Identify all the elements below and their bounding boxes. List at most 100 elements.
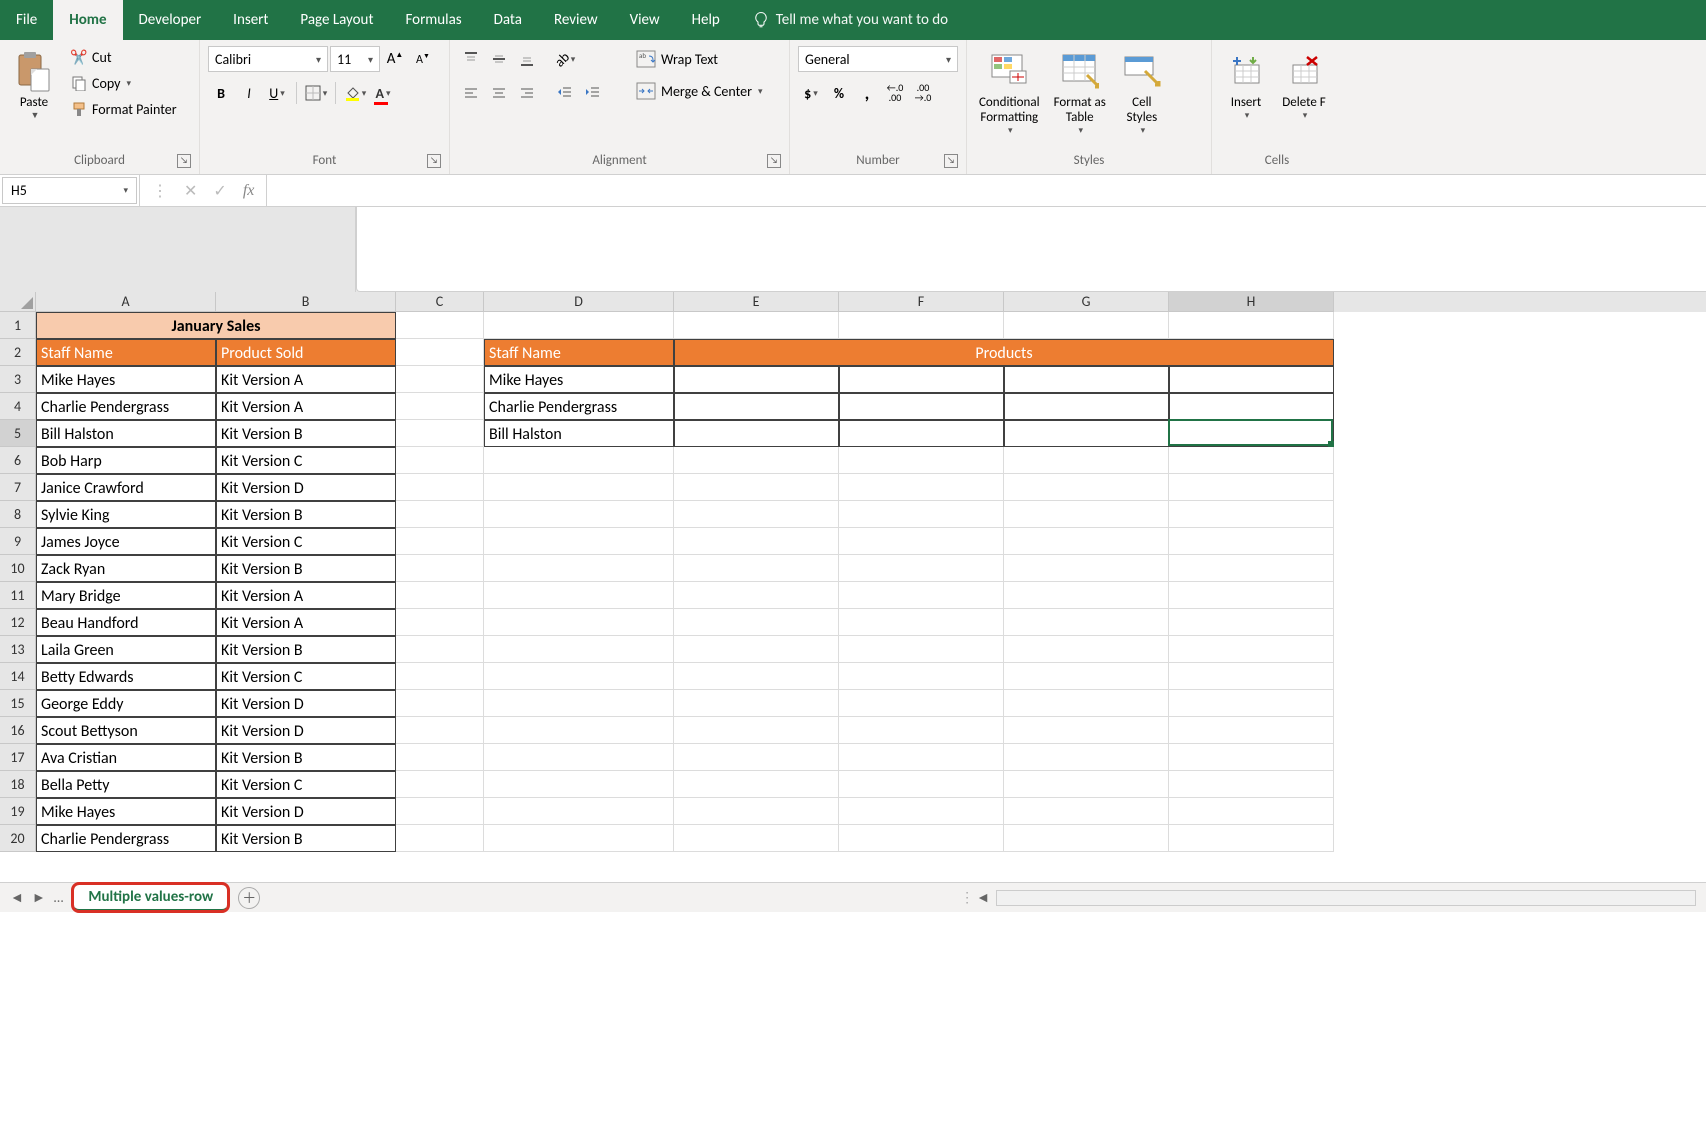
format-painter-button[interactable]: Format Painter [66,98,181,120]
cell-H10[interactable] [1169,555,1334,582]
row-headers[interactable]: 1234567891011121314151617181920 [0,312,36,852]
ribbon-tab-formulas[interactable]: Formulas [389,0,477,40]
cell-C6[interactable] [396,447,484,474]
cell-G3[interactable] [1004,366,1169,393]
row-header-3[interactable]: 3 [0,366,36,393]
cell-G8[interactable] [1004,501,1169,528]
cell-G11[interactable] [1004,582,1169,609]
cell-E17[interactable] [674,744,839,771]
row-header-15[interactable]: 15 [0,690,36,717]
alignment-dialog-launcher[interactable]: ↘ [767,154,781,168]
cell-G18[interactable] [1004,771,1169,798]
column-headers[interactable]: ABCDEFGH [36,292,1706,312]
cell-H19[interactable] [1169,798,1334,825]
cell-E7[interactable] [674,474,839,501]
cell-D12[interactable] [484,609,674,636]
cell-A18[interactable]: Bella Petty [36,771,216,798]
wrap-text-button[interactable]: ab Wrap Text [631,46,767,72]
cell-A20[interactable]: Charlie Pendergrass [36,825,216,852]
cell-G16[interactable] [1004,717,1169,744]
row-header-14[interactable]: 14 [0,663,36,690]
cell-G5[interactable] [1004,420,1169,447]
cell-B20[interactable]: Kit Version B [216,825,396,852]
cell-E4[interactable] [674,393,839,420]
cell-E15[interactable] [674,690,839,717]
cell-A13[interactable]: Laila Green [36,636,216,663]
increase-font-button[interactable]: A▲ [382,46,408,72]
cell-A7[interactable]: Janice Crawford [36,474,216,501]
cell-F19[interactable] [839,798,1004,825]
cell-B3[interactable]: Kit Version A [216,366,396,393]
row-header-12[interactable]: 12 [0,609,36,636]
cell-grid[interactable]: January SalesStaff NameProduct SoldStaff… [36,312,1706,852]
copy-button[interactable]: Copy▾ [66,72,181,94]
sheet-nav-more[interactable]: … [54,889,64,906]
decrease-font-button[interactable]: A▼ [410,46,436,72]
cell-styles-button[interactable]: Cell Styles▾ [1116,44,1168,138]
orientation-button[interactable]: ab▾ [552,46,578,72]
ribbon-tab-data[interactable]: Data [478,0,538,40]
cell-D17[interactable] [484,744,674,771]
cell-E3[interactable] [674,366,839,393]
cell-G17[interactable] [1004,744,1169,771]
cell-B7[interactable]: Kit Version D [216,474,396,501]
cell-D15[interactable] [484,690,674,717]
decrease-indent-button[interactable] [552,80,578,106]
align-right-button[interactable] [514,80,540,106]
clipboard-dialog-launcher[interactable]: ↘ [177,154,191,168]
cell-E20[interactable] [674,825,839,852]
insert-cells-button[interactable]: Insert▾ [1220,44,1272,123]
cell-B11[interactable]: Kit Version A [216,582,396,609]
cell-F18[interactable] [839,771,1004,798]
cut-button[interactable]: ✂️ Cut [66,46,181,68]
row-header-4[interactable]: 4 [0,393,36,420]
cell-F5[interactable] [839,420,1004,447]
row-header-7[interactable]: 7 [0,474,36,501]
cell-C11[interactable] [396,582,484,609]
cell-D2[interactable]: Staff Name [484,339,674,366]
select-all-corner[interactable] [0,292,36,312]
accounting-format-button[interactable]: $▾ [798,80,824,106]
delete-cells-button[interactable]: Delete F▾ [1278,44,1330,123]
cell-B6[interactable]: Kit Version C [216,447,396,474]
cell-F1[interactable] [839,312,1004,339]
cell-H20[interactable] [1169,825,1334,852]
cell-D14[interactable] [484,663,674,690]
cell-F20[interactable] [839,825,1004,852]
cell-C1[interactable] [396,312,484,339]
cell-E1[interactable] [674,312,839,339]
cell-D16[interactable] [484,717,674,744]
cell-E19[interactable] [674,798,839,825]
cell-E14[interactable] [674,663,839,690]
row-header-13[interactable]: 13 [0,636,36,663]
format-as-table-button[interactable]: Format as Table▾ [1050,44,1110,138]
row-header-2[interactable]: 2 [0,339,36,366]
align-left-button[interactable] [458,80,484,106]
cancel-formula-button[interactable]: ✕ [184,181,197,201]
paste-button[interactable]: Paste ▼ [8,44,60,123]
row-header-18[interactable]: 18 [0,771,36,798]
cell-H6[interactable] [1169,447,1334,474]
cell-F16[interactable] [839,717,1004,744]
cell-F8[interactable] [839,501,1004,528]
cell-C13[interactable] [396,636,484,663]
cell-C14[interactable] [396,663,484,690]
font-name-combo[interactable]: Calibri▾ [208,46,328,72]
cell-G7[interactable] [1004,474,1169,501]
cell-D20[interactable] [484,825,674,852]
cell-B5[interactable]: Kit Version B [216,420,396,447]
font-color-button[interactable]: A▾ [370,80,396,106]
cell-F9[interactable] [839,528,1004,555]
cell-C20[interactable] [396,825,484,852]
cell-F17[interactable] [839,744,1004,771]
align-top-button[interactable] [458,46,484,72]
cell-C10[interactable] [396,555,484,582]
cell-E13[interactable] [674,636,839,663]
cell-F14[interactable] [839,663,1004,690]
ribbon-tab-help[interactable]: Help [676,0,736,40]
conditional-formatting-button[interactable]: Conditional Formatting▾ [975,44,1044,138]
ribbon-tab-home[interactable]: Home [53,0,122,40]
add-sheet-button[interactable]: ＋ [238,887,260,909]
cell-D6[interactable] [484,447,674,474]
cell-F10[interactable] [839,555,1004,582]
